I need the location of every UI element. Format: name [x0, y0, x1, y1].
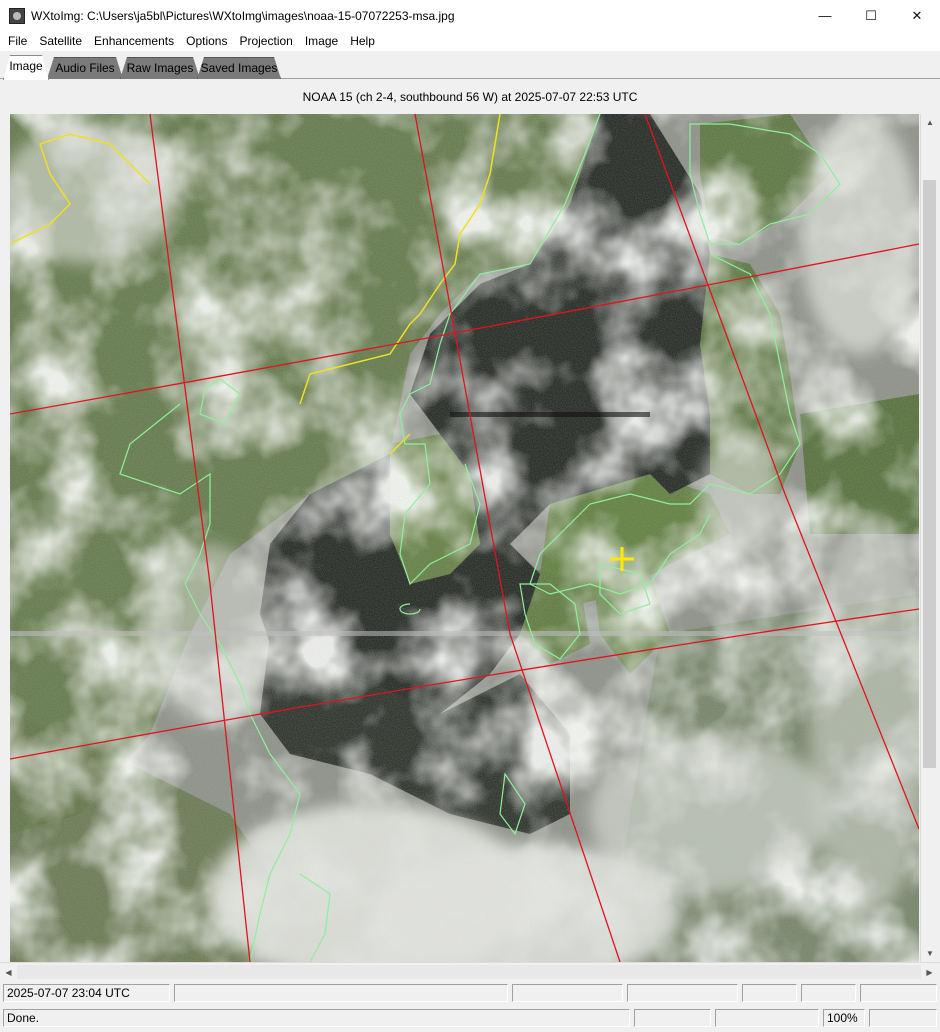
tab-saved-images[interactable]: Saved Images [197, 57, 281, 79]
scan-line-artifact [450, 412, 650, 417]
menu-enhancements[interactable]: Enhancements [88, 31, 180, 51]
menu-bar: File Satellite Enhancements Options Proj… [0, 31, 940, 51]
status-field-empty [742, 984, 797, 1002]
scan-line-artifact [10, 631, 919, 636]
vertical-scroll-thumb[interactable] [923, 180, 936, 768]
close-button[interactable]: ✕ [894, 0, 940, 31]
status-field-empty [627, 984, 738, 1002]
status-field-empty [715, 1009, 819, 1027]
tab-strip: Image Audio Files Raw Images Saved Image… [0, 51, 940, 79]
status-field-empty [174, 984, 508, 1002]
minimize-button[interactable]: — [802, 0, 848, 31]
tab-raw-images[interactable]: Raw Images [120, 57, 200, 79]
status-message: Done. [3, 1009, 630, 1027]
maximize-button[interactable]: ☐ [848, 0, 894, 31]
satellite-image-canvas [10, 114, 919, 962]
image-caption: NOAA 15 (ch 2-4, southbound 56 W) at 202… [0, 80, 940, 113]
status-zoom: 100% [823, 1009, 865, 1027]
status-datetime: 2025-07-07 23:04 UTC [3, 984, 170, 1002]
horizontal-scrollbar[interactable]: ◀ ▶ [0, 962, 940, 980]
image-noise [10, 114, 919, 962]
menu-projection[interactable]: Projection [233, 31, 298, 51]
satellite-image[interactable] [10, 114, 919, 962]
status-field-empty [860, 984, 937, 1002]
menu-file[interactable]: File [2, 31, 33, 51]
menu-satellite[interactable]: Satellite [33, 31, 88, 51]
horizontal-scroll-track[interactable] [17, 965, 921, 979]
menu-help[interactable]: Help [344, 31, 381, 51]
window-title: WXtoImg: C:\Users\ja5bl\Pictures\WXtoImg… [31, 8, 455, 23]
title-bar: WXtoImg: C:\Users\ja5bl\Pictures\WXtoImg… [0, 0, 940, 31]
status-field-empty [512, 984, 623, 1002]
scroll-right-arrow-icon[interactable]: ▶ [921, 963, 938, 981]
vertical-scrollbar[interactable]: ▲ ▼ [920, 114, 938, 962]
scroll-left-arrow-icon[interactable]: ◀ [0, 963, 17, 981]
window-controls: — ☐ ✕ [802, 0, 940, 31]
status-field-empty [869, 1009, 937, 1027]
menu-options[interactable]: Options [180, 31, 233, 51]
tab-image[interactable]: Image [3, 55, 49, 80]
scroll-up-arrow-icon[interactable]: ▲ [921, 114, 939, 131]
app-icon[interactable] [9, 7, 25, 24]
status-field-empty [801, 984, 856, 1002]
scroll-down-arrow-icon[interactable]: ▼ [921, 945, 939, 962]
tab-audio-files[interactable]: Audio Files [47, 57, 123, 79]
status-field-empty [634, 1009, 711, 1027]
menu-image[interactable]: Image [299, 31, 344, 51]
